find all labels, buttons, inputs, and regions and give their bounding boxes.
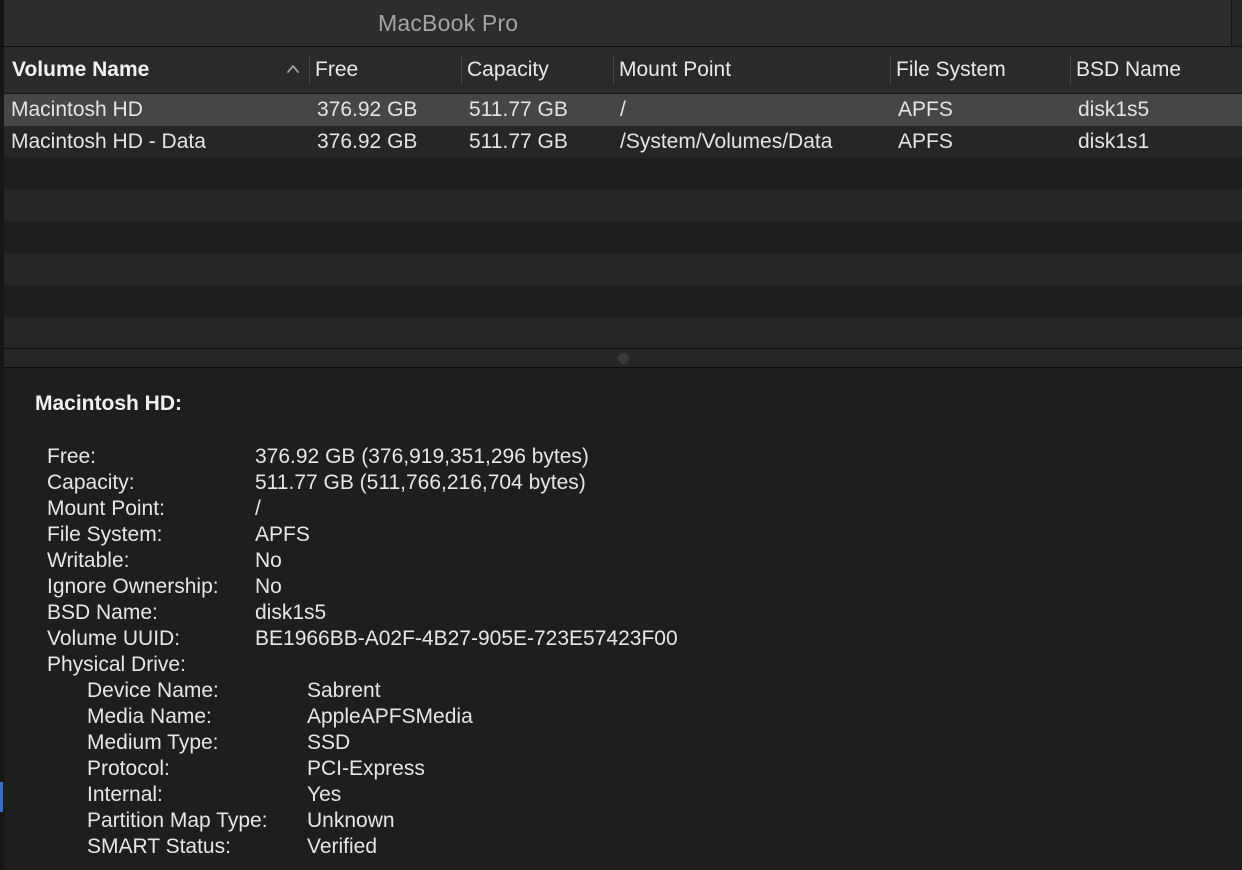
window-edge-accent — [0, 782, 3, 812]
detail-label: Free: — [47, 445, 97, 468]
detail-label: Protocol: — [87, 757, 170, 780]
detail-label: Device Name: — [87, 679, 219, 702]
cell-bsd-name: disk1s5 — [1078, 98, 1150, 121]
window-title: MacBook Pro — [378, 10, 519, 36]
cell-mount-point: / — [620, 98, 626, 121]
empty-row — [4, 318, 1242, 348]
cell-volume-name: Macintosh HD - Data — [11, 130, 206, 153]
detail-label: Capacity: — [47, 471, 135, 494]
detail-value: No — [255, 549, 282, 572]
detail-label: BSD Name: — [47, 601, 158, 624]
titlebar-edge — [0, 0, 4, 46]
table-row[interactable]: Macintosh HD 376.92 GB 511.77 GB / APFS … — [4, 94, 1242, 126]
window-titlebar: MacBook Pro — [0, 0, 1242, 47]
column-header-mount-point[interactable]: Mount Point — [613, 47, 890, 93]
cell-bsd-name: disk1s1 — [1078, 130, 1150, 153]
empty-row — [4, 286, 1242, 318]
table-body: Macintosh HD 376.92 GB 511.77 GB / APFS … — [4, 94, 1242, 348]
detail-label: SMART Status: — [87, 835, 231, 858]
detail-value: AppleAPFSMedia — [307, 705, 473, 728]
detail-label: Writable: — [47, 549, 130, 572]
detail-label: Media Name: — [87, 705, 212, 728]
detail-value: disk1s5 — [255, 601, 327, 624]
details-pane: Macintosh HD: Free: 376.92 GB (376,919,3… — [4, 368, 1242, 870]
cell-free: 376.92 GB — [317, 98, 418, 121]
detail-value: No — [255, 575, 282, 598]
detail-label: Physical Drive: — [47, 653, 186, 676]
cell-free: 376.92 GB — [317, 130, 418, 153]
detail-value: / — [255, 497, 261, 520]
empty-row — [4, 222, 1242, 254]
cell-file-system: APFS — [898, 130, 953, 153]
detail-label: Internal: — [87, 783, 163, 806]
detail-label: Volume UUID: — [47, 627, 181, 650]
detail-value: Yes — [307, 783, 342, 806]
empty-row — [4, 158, 1242, 190]
detail-value: Verified — [307, 835, 378, 858]
detail-value: BE1966BB-A02F-4B27-905E-723E57423F00 — [255, 627, 678, 650]
chevron-up-icon[interactable] — [285, 61, 301, 77]
cell-mount-point: /System/Volumes/Data — [620, 130, 833, 153]
detail-value: 376.92 GB (376,919,351,296 bytes) — [255, 445, 589, 468]
detail-value: Unknown — [307, 809, 395, 832]
volumes-table: Volume Name Free Capacity Mount Point Fi… — [4, 47, 1242, 348]
titlebar-edge-right — [1231, 0, 1242, 46]
empty-row — [4, 190, 1242, 222]
detail-value: 511.77 GB (511,766,216,704 bytes) — [255, 471, 586, 494]
column-header-bsd-name[interactable]: BSD Name — [1070, 47, 1242, 93]
column-header-capacity[interactable]: Capacity — [461, 47, 613, 93]
empty-row — [4, 254, 1242, 286]
detail-label: File System: — [47, 523, 163, 546]
detail-value: PCI-Express — [307, 757, 425, 780]
table-row[interactable]: Macintosh HD - Data 376.92 GB 511.77 GB … — [4, 126, 1242, 158]
table-header: Volume Name Free Capacity Mount Point Fi… — [4, 47, 1242, 94]
detail-label: Ignore Ownership: — [47, 575, 219, 598]
detail-value: Sabrent — [307, 679, 381, 702]
detail-label: Mount Point: — [47, 497, 165, 520]
cell-capacity: 511.77 GB — [469, 130, 568, 153]
column-header-file-system[interactable]: File System — [890, 47, 1070, 93]
cell-file-system: APFS — [898, 98, 953, 121]
detail-label: Partition Map Type: — [87, 809, 268, 832]
cell-capacity: 511.77 GB — [469, 98, 568, 121]
detail-label: Medium Type: — [87, 731, 219, 754]
detail-value: SSD — [307, 731, 351, 754]
detail-value: APFS — [255, 523, 310, 546]
details-title: Macintosh HD: — [35, 392, 182, 415]
cell-volume-name: Macintosh HD — [11, 98, 143, 121]
column-header-volume-name[interactable]: Volume Name — [6, 47, 311, 93]
pane-splitter[interactable] — [4, 348, 1242, 368]
splitter-handle-icon[interactable] — [618, 353, 629, 364]
column-header-free[interactable]: Free — [309, 47, 461, 93]
